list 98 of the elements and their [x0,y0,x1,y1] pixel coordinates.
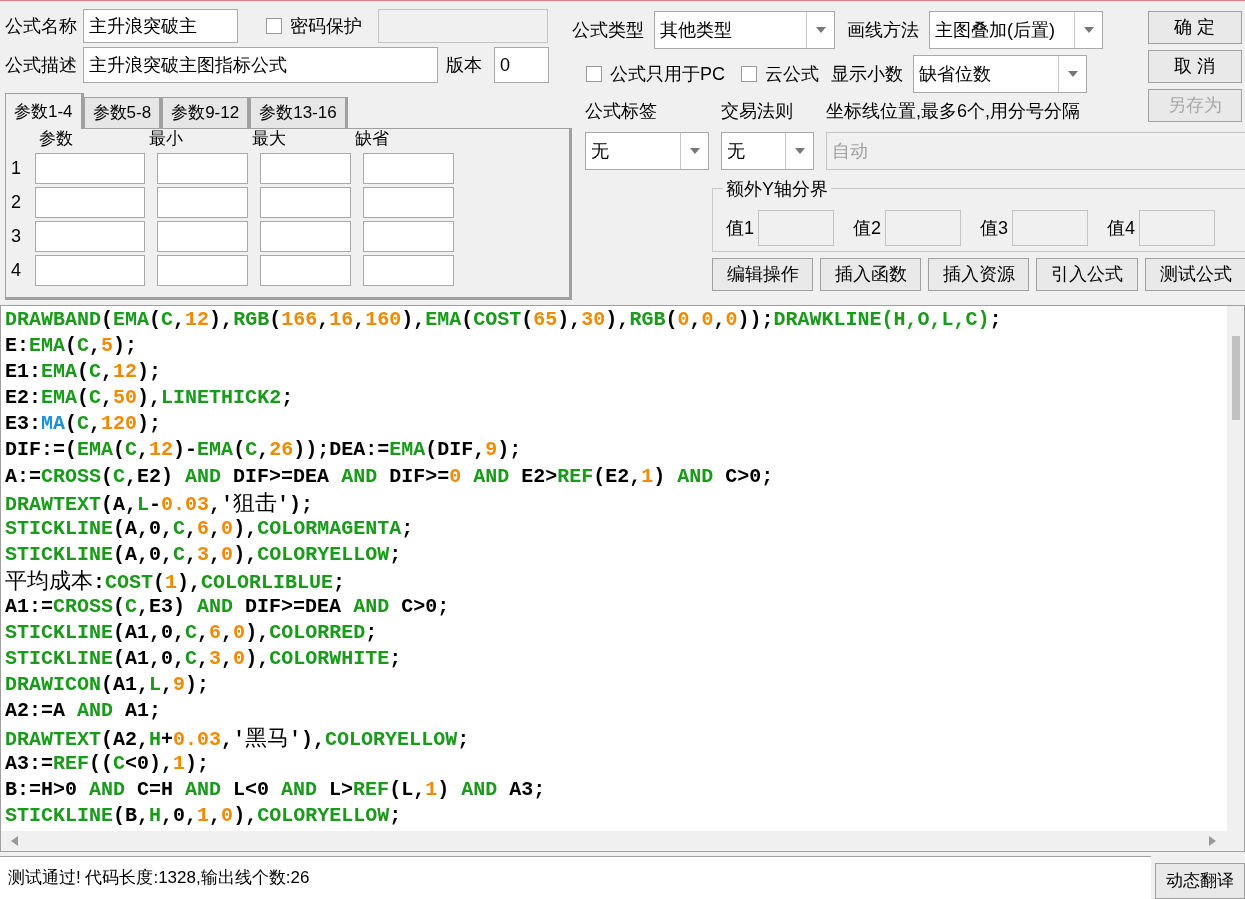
input-field[interactable]: 主升浪突破主图指标公式 [83,47,438,83]
field-label: 版本 [446,53,482,77]
dropdown[interactable]: 其他类型 [654,11,835,49]
dialog-button[interactable]: 取 消 [1148,50,1242,83]
translate-button[interactable]: 动态翻译 [1155,863,1245,899]
row-number: 3 [11,225,22,248]
row-number: 2 [11,191,22,214]
tab[interactable]: 参数13-16 [250,97,348,129]
toolbar-button[interactable]: 测试公式 [1145,258,1245,291]
toolbar-button[interactable]: 插入资源 [928,258,1029,291]
input-field[interactable]: 0 [494,47,549,83]
field-label: 交易法则 [721,100,794,123]
scroll-left-icon [11,836,18,846]
input-field[interactable] [363,187,454,218]
tab[interactable]: 参数5-8 [83,97,163,129]
field-label: 公式类型 [572,18,644,42]
code-line: DRAWICON(A1,L,9); [5,672,210,699]
caret-icon [689,148,700,154]
toolbar-button[interactable]: 引入公式 [1036,258,1138,291]
status-message: 测试通过! 代码长度:1328,输出线个数:26 [8,867,310,890]
field-label: 显示小数 [831,62,903,86]
input-field[interactable] [1139,210,1216,246]
code-line: 平均成本:COST(1),COLORLIBLUE; [5,567,346,595]
input-field[interactable] [157,153,248,184]
toolbar-button[interactable]: 编辑操作 [712,258,813,291]
input-field[interactable] [1012,210,1089,246]
field-label: 公式名称 [5,14,77,38]
caret-icon [815,27,826,33]
caret-icon [1067,71,1078,77]
field-label: 值3 [980,216,1009,240]
field-label: 坐标线位置,最多6个,用分号分隔 [826,100,1080,123]
input-field[interactable] [35,153,145,184]
checkbox-label: 密码保护 [290,14,362,38]
dropdown[interactable]: 主图叠加(后置) [929,11,1103,49]
column-header: 缺省 [355,127,390,150]
input-field[interactable] [885,210,962,246]
code-line: STICKLINE(A1,0,C,3,0),COLORWHITE; [5,646,402,673]
dropdown[interactable]: 缺省位数 [913,55,1087,93]
column-header: 最小 [149,127,184,150]
input-field[interactable] [157,255,248,286]
code-line: E2:EMA(C,50),LINETHICK2; [5,385,294,412]
dropdown[interactable]: 无 [721,132,814,170]
checkbox[interactable] [741,66,757,82]
input-field[interactable] [758,210,834,246]
column-header: 最大 [252,127,287,150]
input-field[interactable] [363,221,454,252]
row-number: 1 [11,157,22,180]
input-field[interactable] [363,255,454,286]
input-field[interactable] [35,255,145,286]
code-line: E1:EMA(C,12); [5,359,162,386]
caret-icon [794,148,805,154]
input-field[interactable] [260,187,351,218]
field-label: 画线方法 [847,18,919,42]
vertical-scrollbar[interactable] [1227,306,1244,831]
dialog-button[interactable]: 确 定 [1148,11,1242,44]
toolbar-button[interactable]: 插入函数 [820,258,921,291]
code-line: E:EMA(C,5); [5,333,138,360]
input-field[interactable] [35,187,145,218]
code-line: STICKLINE(B,H,0,1,0),COLORYELLOW; [5,802,402,829]
field-label: 值1 [726,216,754,240]
dropdown[interactable]: 无 [585,132,709,170]
code-line: DIF:=(EMA(C,12)-EMA(C,26));DEA:=EMA(DIF,9); [5,437,522,464]
input-field[interactable] [260,255,351,286]
input-field[interactable] [35,221,145,252]
scroll-right-icon [1209,836,1216,846]
field-label: 公式标签 [585,100,658,123]
code-line: B:=H>0 AND C=H AND L<0 AND L>REF(L,1) AND A3; [5,776,546,803]
checkbox-label: 公式只用于PC [610,62,725,86]
code-line: A:=CROSS(C,E2) AND DIF>=DEA AND DIF>=0 AND E2>REF(E2,1) AND C>0; [5,463,774,490]
checkbox[interactable] [586,66,602,82]
tab[interactable]: 参数9-12 [162,97,251,129]
caret-icon [1083,27,1094,33]
field-label: 值2 [853,216,882,240]
field-label: 公式描述 [5,53,77,77]
input-field[interactable] [157,221,248,252]
code-line: STICKLINE(A1,0,C,6,0),COLORRED; [5,620,378,647]
code-line: DRAWTEXT(A,L-0.03,'狙击'); [5,489,314,516]
horizontal-scrollbar[interactable] [1,831,1244,851]
input-field[interactable] [260,153,351,184]
code-line: A3:=REF((C<0),1); [5,750,210,777]
checkbox-label: 云公式 [765,62,819,86]
input-field[interactable] [363,153,454,184]
code-line: STICKLINE(A,0,C,6,0),COLORMAGENTA; [5,515,414,542]
input-field[interactable]: 主升浪突破主 [83,9,238,43]
code-line: DRAWBAND(EMA(C,12),RGB(166,16,160),EMA(COST(65),30),RGB(0,0,0));DRAWKLINE(H,O,L,C); [5,307,1002,333]
code-line: E3:MA(C,120); [5,411,162,438]
checkbox[interactable] [266,18,282,34]
tab[interactable]: 参数1-4 [5,93,84,129]
column-header: 参数 [39,127,74,150]
code-line: A2:=A AND A1; [5,698,162,725]
input-field[interactable] [260,221,351,252]
input-field[interactable] [378,9,548,43]
code-line: DRAWTEXT(A2,H+0.03,'黑马'),COLORYELLOW; [5,724,470,751]
field-label: 值4 [1107,216,1136,240]
row-number: 4 [11,259,22,282]
code-line: A1:=CROSS(C,E3) AND DIF>=DEA AND C>0; [5,594,450,621]
input-field[interactable] [157,187,248,218]
code-line: STICKLINE(A,0,C,3,0),COLORYELLOW; [5,541,402,568]
